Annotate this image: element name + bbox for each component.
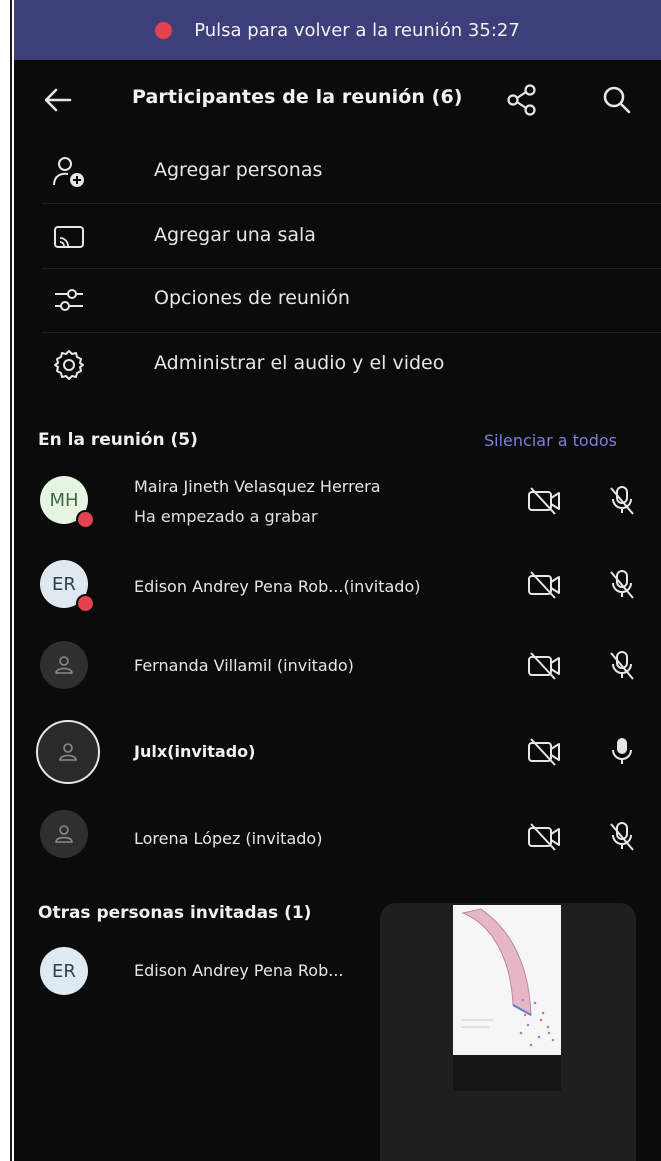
participant-name: Edison Andrey Pena Rob... (134, 961, 344, 980)
avatar-initials: MH (49, 489, 79, 511)
return-to-meeting-banner[interactable]: Pulsa para volver a la reunión 35:27 (14, 0, 661, 60)
participant-row[interactable]: MH Maira Jineth Velasquez Herrera Ha emp… (14, 458, 661, 544)
mic-off-icon[interactable] (608, 649, 636, 681)
avatar (40, 641, 88, 689)
recording-badge-icon (76, 510, 95, 529)
participant-name: Edison Andrey Pena Rob...(invitado) (134, 577, 421, 596)
gear-icon (54, 350, 84, 380)
camera-off-icon[interactable] (526, 822, 562, 852)
add-people-action[interactable]: Agregar personas (14, 140, 661, 202)
avatar-initials: ER (52, 960, 76, 982)
avatar-speaking (36, 720, 100, 784)
camera-off-icon[interactable] (526, 570, 562, 600)
camera-off-icon[interactable] (526, 486, 562, 516)
participants-screen: Pulsa para volver a la reunión 35:27 Par… (14, 0, 661, 1161)
divider (42, 203, 661, 204)
others-invited-heading: Otras personas invitadas (1) (38, 903, 312, 923)
participant-row[interactable]: Lorena López (invitado) (14, 796, 661, 882)
person-icon (55, 825, 73, 843)
participant-row[interactable]: ER Edison Andrey Pena Rob...(invitado) (14, 542, 661, 628)
avatar (40, 810, 88, 858)
add-people-label: Agregar personas (154, 159, 323, 181)
avatar: ER (40, 947, 88, 995)
arrow-left-icon[interactable] (40, 82, 76, 118)
avatar-initials: ER (52, 573, 76, 595)
shared-screen-thumbnail (453, 905, 561, 1055)
page-title: Participantes de la reunión (6) (132, 86, 463, 108)
add-room-label: Agregar una sala (154, 224, 316, 246)
camera-off-icon[interactable] (526, 737, 562, 767)
in-meeting-heading: En la reunión (5) (38, 430, 198, 450)
mic-off-icon[interactable] (608, 568, 636, 600)
participant-name: Fernanda Villamil (invitado) (134, 656, 354, 675)
mic-off-icon[interactable] (608, 484, 636, 516)
mic-on-icon[interactable] (608, 735, 636, 767)
recording-badge-icon (76, 594, 95, 613)
person-icon (55, 656, 73, 674)
manage-audio-video-action[interactable]: Administrar el audio y el video (14, 333, 661, 395)
participant-name: Julx(invitado) (134, 742, 256, 761)
participant-row[interactable]: Julx(invitado) (14, 711, 661, 797)
share-icon[interactable] (504, 82, 540, 118)
recording-dot-icon (155, 21, 173, 39)
search-icon[interactable] (599, 82, 635, 118)
meeting-options-action[interactable]: Opciones de reunión (14, 268, 661, 330)
mute-all-button[interactable]: Silenciar a todos (484, 431, 617, 450)
person-icon (59, 743, 77, 761)
mic-off-icon[interactable] (608, 820, 636, 852)
add-person-icon (53, 157, 84, 187)
cast-room-icon (54, 226, 84, 248)
shared-content-preview[interactable] (380, 903, 636, 1161)
manage-audio-video-label: Administrar el audio y el video (154, 352, 445, 374)
window-edge (10, 0, 12, 1161)
meeting-options-label: Opciones de reunión (154, 287, 350, 309)
top-bar: Participantes de la reunión (6) (14, 60, 661, 140)
sliders-icon (55, 289, 83, 311)
participant-row[interactable]: Fernanda Villamil (invitado) (14, 627, 661, 713)
preview-footer (453, 1055, 561, 1091)
participant-status: Ha empezado a grabar (134, 507, 318, 526)
add-room-action[interactable]: Agregar una sala (14, 205, 661, 267)
participant-name: Lorena López (invitado) (134, 829, 323, 848)
banner-text: Pulsa para volver a la reunión 35:27 (194, 19, 520, 41)
camera-off-icon[interactable] (526, 651, 562, 681)
participant-name: Maira Jineth Velasquez Herrera (134, 477, 381, 496)
